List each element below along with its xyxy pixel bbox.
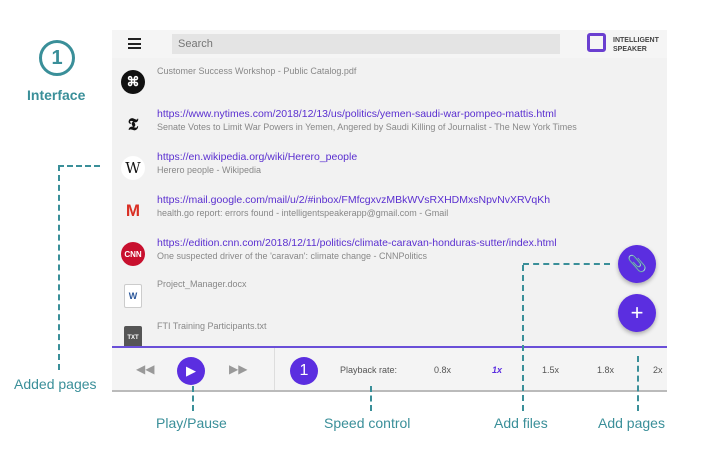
plus-icon: + [630, 300, 644, 325]
rate-2x[interactable]: 2x [653, 365, 663, 375]
player-bar: ◀◀ ▶ ▶▶ 1 Playback rate: 0.8x 1x 1.5x 1.… [112, 346, 667, 392]
annotation-title: Interface [27, 87, 86, 103]
add-pages-button[interactable]: + [618, 294, 656, 332]
word-doc-icon: W [124, 284, 142, 308]
rate-1x[interactable]: 1x [492, 365, 502, 375]
label-add-files: Add files [494, 415, 548, 431]
connector-added-pages-v [58, 165, 60, 370]
connector-added-pages [58, 165, 100, 167]
logo-icon [587, 33, 606, 52]
header: INTELLIGENT SPEAKER [112, 30, 667, 58]
item-url[interactable]: https://edition.cnn.com/2018/12/11/polit… [157, 237, 557, 249]
step-number: 1 [51, 46, 63, 69]
rewind-icon[interactable]: ◀◀ [136, 362, 154, 376]
item-title: Senate Votes to Limit War Powers in Yeme… [157, 122, 577, 132]
play-icon: ▶ [186, 363, 196, 378]
paperclip-icon: 📎 [627, 256, 647, 273]
logo-line2: SPEAKER [613, 46, 647, 53]
playback-rate-label: Playback rate: [340, 365, 398, 375]
item-title: health.go report: errors found - intelli… [157, 208, 449, 218]
speed-value: 1 [299, 362, 309, 379]
connector-speed [370, 386, 372, 411]
rate-1-5x[interactable]: 1.5x [542, 365, 559, 375]
item-url[interactable]: https://mail.google.com/mail/u/2/#inbox/… [157, 194, 550, 206]
app-window: INTELLIGENT SPEAKER ⌘ Customer Success Wo… [112, 30, 667, 392]
pdf-icon: ⌘ [121, 70, 145, 94]
cnn-icon: CNN [121, 242, 145, 266]
step-badge: 1 [39, 40, 75, 76]
list-item[interactable]: W https://en.wikipedia.org/wiki/Herero_p… [112, 148, 667, 190]
logo-line1: INTELLIGENT [613, 37, 659, 44]
item-url[interactable]: https://en.wikipedia.org/wiki/Herero_peo… [157, 151, 357, 163]
speed-badge: 1 [290, 357, 318, 385]
item-title: Herero people - Wikipedia [157, 165, 262, 175]
wikipedia-icon: W [121, 156, 145, 180]
add-files-button[interactable]: 📎 [618, 245, 656, 283]
list-item[interactable]: ⌘ Customer Success Workshop - Public Cat… [112, 62, 667, 104]
label-added-pages: Added pages [14, 376, 97, 392]
item-title: Project_Manager.docx [157, 279, 247, 289]
list-item[interactable]: 𝕿 https://www.nytimes.com/2018/12/13/us/… [112, 105, 667, 147]
search-input[interactable] [172, 34, 560, 54]
fast-forward-icon[interactable]: ▶▶ [229, 362, 247, 376]
item-url[interactable]: https://www.nytimes.com/2018/12/13/us/po… [157, 108, 556, 120]
item-title: FTI Training Participants.txt [157, 321, 267, 331]
connector-files [522, 265, 524, 411]
item-title: One suspected driver of the 'caravan': c… [157, 251, 428, 261]
play-pause-button[interactable]: ▶ [177, 357, 205, 385]
item-title: Customer Success Workshop - Public Catal… [157, 66, 357, 76]
connector-play [192, 386, 194, 411]
divider [274, 348, 275, 390]
rate-0-8x[interactable]: 0.8x [434, 365, 451, 375]
gmail-icon: M [125, 201, 141, 220]
connector-files-h [523, 263, 610, 265]
connector-pages [637, 356, 639, 411]
nytimes-icon: 𝕿 [127, 115, 139, 135]
list-item[interactable]: CNN https://edition.cnn.com/2018/12/11/p… [112, 234, 667, 276]
label-play-pause: Play/Pause [156, 415, 227, 431]
rate-1-8x[interactable]: 1.8x [597, 365, 614, 375]
label-speed-control: Speed control [324, 415, 411, 431]
list-item[interactable]: M https://mail.google.com/mail/u/2/#inbo… [112, 191, 667, 233]
logo-text: INTELLIGENT SPEAKER [613, 36, 659, 54]
label-add-pages: Add pages [598, 415, 665, 431]
hamburger-menu-icon[interactable] [128, 38, 141, 49]
list-item[interactable]: W Project_Manager.docx [112, 276, 667, 318]
